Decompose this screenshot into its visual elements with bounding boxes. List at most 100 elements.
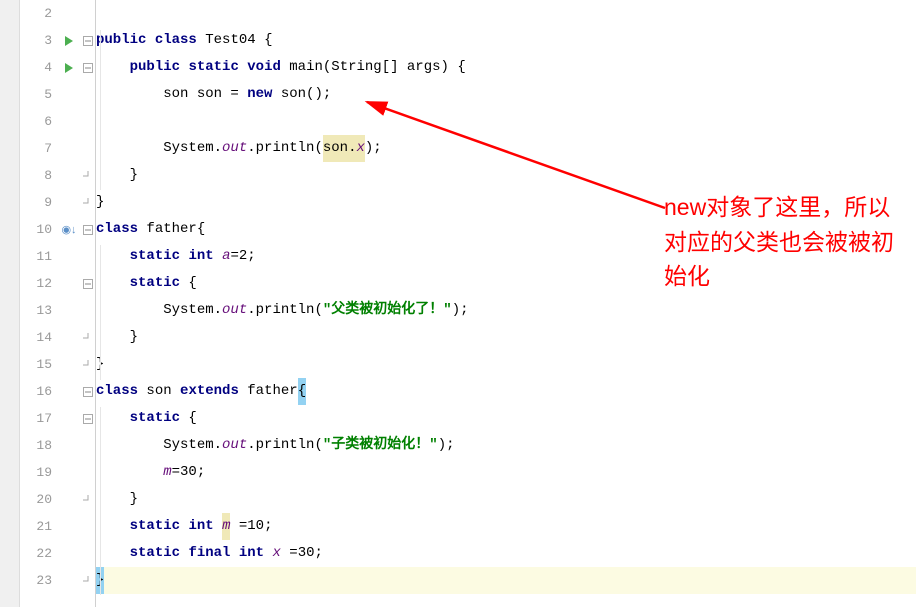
gutter-blank bbox=[58, 405, 80, 432]
code-line[interactable]: } bbox=[96, 567, 916, 594]
token-op bbox=[180, 540, 188, 567]
line-number[interactable]: 3 bbox=[20, 27, 52, 54]
token-kw: int bbox=[188, 513, 213, 540]
token-kw: public bbox=[96, 27, 146, 54]
token-kw: static bbox=[130, 270, 180, 297]
run-gutter[interactable]: ◉↓ bbox=[58, 0, 80, 607]
token-op: =2; bbox=[230, 243, 255, 270]
token-op bbox=[172, 378, 180, 405]
code-line[interactable]: static { bbox=[96, 405, 916, 432]
code-line[interactable]: System.out.println(son.x); bbox=[96, 135, 916, 162]
line-number[interactable]: 22 bbox=[20, 540, 52, 567]
fold-blank bbox=[80, 459, 95, 486]
fold-end-icon[interactable] bbox=[80, 567, 95, 594]
fold-collapse-icon[interactable] bbox=[80, 405, 95, 432]
token-op: .println( bbox=[247, 135, 323, 162]
token-op bbox=[138, 378, 146, 405]
line-number[interactable]: 13 bbox=[20, 297, 52, 324]
fold-end-icon[interactable] bbox=[80, 189, 95, 216]
token-kw: static bbox=[130, 540, 180, 567]
token-op: =30; bbox=[281, 540, 323, 567]
line-number[interactable]: 6 bbox=[20, 108, 52, 135]
code-line[interactable]: } bbox=[96, 324, 916, 351]
fold-collapse-icon[interactable] bbox=[80, 54, 95, 81]
line-number[interactable]: 19 bbox=[20, 459, 52, 486]
token-op: { bbox=[180, 405, 197, 432]
line-number[interactable]: 9 bbox=[20, 189, 52, 216]
fold-blank bbox=[80, 81, 95, 108]
token-op bbox=[180, 513, 188, 540]
fold-end-icon[interactable] bbox=[80, 162, 95, 189]
token-op: (String[] args) { bbox=[323, 54, 466, 81]
fold-end-icon[interactable] bbox=[80, 486, 95, 513]
token-op bbox=[281, 54, 289, 81]
fold-collapse-icon[interactable] bbox=[80, 378, 95, 405]
code-line[interactable]: public static void main(String[] args) { bbox=[96, 54, 916, 81]
breakpoint-strip[interactable] bbox=[0, 0, 20, 607]
code-line[interactable] bbox=[96, 0, 916, 27]
code-line[interactable]: System.out.println("父类被初始化了！"); bbox=[96, 297, 916, 324]
token-op: ); bbox=[438, 432, 455, 459]
fold-gutter[interactable] bbox=[80, 0, 96, 607]
code-line[interactable]: static final int x =30; bbox=[96, 540, 916, 567]
line-number[interactable]: 21 bbox=[20, 513, 52, 540]
code-line[interactable] bbox=[96, 108, 916, 135]
token-op: ); bbox=[452, 297, 469, 324]
token-kw: class bbox=[155, 27, 197, 54]
token-kw: static bbox=[188, 54, 238, 81]
token-op: .println( bbox=[247, 432, 323, 459]
code-line[interactable]: System.out.println("子类被初始化！"); bbox=[96, 432, 916, 459]
token-cls: father bbox=[247, 378, 297, 405]
code-line[interactable]: m=30; bbox=[96, 459, 916, 486]
code-line[interactable]: } bbox=[96, 351, 916, 378]
line-number[interactable]: 17 bbox=[20, 405, 52, 432]
token-str: "子类被初始化！" bbox=[323, 432, 438, 459]
line-number[interactable]: 15 bbox=[20, 351, 52, 378]
code-area[interactable]: public class Test04 { public static void… bbox=[96, 0, 916, 607]
line-number[interactable]: 5 bbox=[20, 81, 52, 108]
token-op bbox=[96, 270, 130, 297]
token-op: } bbox=[96, 162, 138, 189]
code-line[interactable]: } bbox=[96, 486, 916, 513]
gutter-blank bbox=[58, 540, 80, 567]
line-number[interactable]: 23 bbox=[20, 567, 52, 594]
fold-end-icon[interactable] bbox=[80, 324, 95, 351]
line-number[interactable]: 2 bbox=[20, 0, 52, 27]
code-line[interactable]: } bbox=[96, 162, 916, 189]
line-number-gutter[interactable]: 234567891011121314151617181920212223 bbox=[20, 0, 58, 607]
token-cls: father bbox=[146, 216, 196, 243]
line-number[interactable]: 12 bbox=[20, 270, 52, 297]
token-op bbox=[197, 27, 205, 54]
annotation-text: new对象了这里，所以对应的父类也会被被初始化 bbox=[664, 190, 898, 294]
token-fld: a bbox=[222, 243, 230, 270]
line-number[interactable]: 7 bbox=[20, 135, 52, 162]
fold-collapse-icon[interactable] bbox=[80, 270, 95, 297]
line-number[interactable]: 8 bbox=[20, 162, 52, 189]
token-kw: int bbox=[188, 243, 213, 270]
line-number[interactable]: 14 bbox=[20, 324, 52, 351]
line-number[interactable]: 18 bbox=[20, 432, 52, 459]
token-op bbox=[180, 54, 188, 81]
code-line[interactable]: static int m =10; bbox=[96, 513, 916, 540]
line-number[interactable]: 16 bbox=[20, 378, 52, 405]
fold-blank bbox=[80, 243, 95, 270]
token-op: { bbox=[256, 27, 273, 54]
fold-collapse-icon[interactable] bbox=[80, 216, 95, 243]
gutter-blank bbox=[58, 0, 80, 27]
run-icon[interactable] bbox=[58, 27, 80, 54]
line-number[interactable]: 20 bbox=[20, 486, 52, 513]
code-line[interactable]: public class Test04 { bbox=[96, 27, 916, 54]
fold-collapse-icon[interactable] bbox=[80, 27, 95, 54]
line-number[interactable]: 11 bbox=[20, 243, 52, 270]
line-number[interactable]: 10 bbox=[20, 216, 52, 243]
line-number[interactable]: 4 bbox=[20, 54, 52, 81]
code-line[interactable]: son son = new son(); bbox=[96, 81, 916, 108]
has-implementations-icon[interactable]: ◉↓ bbox=[58, 216, 80, 243]
fold-end-icon[interactable] bbox=[80, 351, 95, 378]
token-op bbox=[96, 513, 130, 540]
token-op bbox=[230, 540, 238, 567]
token-fld: out bbox=[222, 297, 247, 324]
gutter-blank bbox=[58, 270, 80, 297]
code-line[interactable]: class son extends father{ bbox=[96, 378, 916, 405]
run-icon[interactable] bbox=[58, 54, 80, 81]
